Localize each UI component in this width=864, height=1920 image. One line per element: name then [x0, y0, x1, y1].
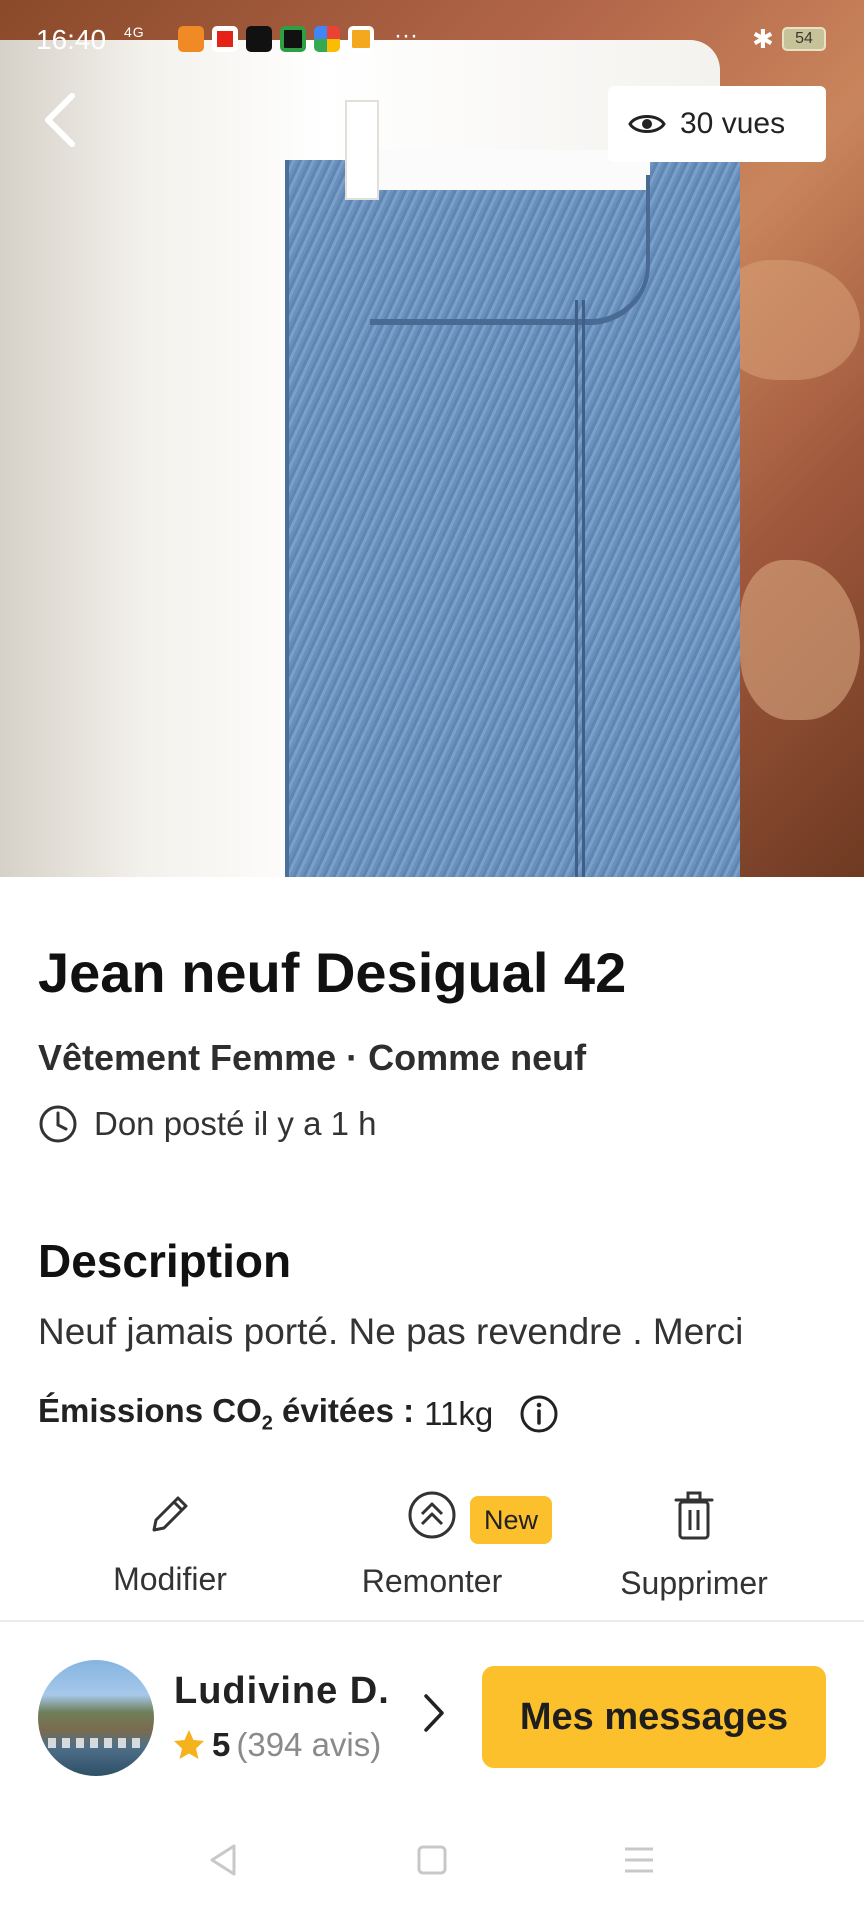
system-nav-bar	[0, 1820, 864, 1920]
status-bar: 16:40 4G ··· ✱ 54	[0, 0, 864, 80]
boost-label: Remonter	[361, 1563, 503, 1599]
star-icon	[174, 1730, 204, 1759]
rating-value: 5	[212, 1726, 231, 1763]
user-profile-link[interactable]	[418, 1688, 448, 1743]
views-label: 30 vues	[680, 107, 786, 140]
description-heading: Description	[38, 1235, 292, 1287]
description-text: Neuf jamais porté. Ne pas revendre . Mer…	[38, 1311, 744, 1352]
nav-home-icon[interactable]	[416, 1844, 448, 1876]
battery-icon: 54	[782, 27, 826, 51]
emissions-label-sub: 2	[261, 1412, 273, 1435]
emissions-label: Émissions CO2 évitées :	[38, 1392, 414, 1436]
emissions-label-suffix: évitées :	[272, 1392, 415, 1429]
delete-label: Supprimer	[620, 1565, 768, 1601]
posted-info: Don posté il y a 1 h	[38, 1104, 377, 1144]
nav-back-icon[interactable]	[206, 1842, 240, 1878]
user-rating: 5 (394 avis)	[172, 1726, 381, 1764]
more-notifications-icon: ···	[394, 22, 418, 49]
user-name[interactable]: Ludivine D.	[174, 1670, 390, 1713]
double-chevron-up-icon	[408, 1491, 456, 1539]
reviews-count: (394 avis)	[236, 1726, 382, 1763]
modify-label: Modifier	[113, 1561, 227, 1597]
jeans-belt-loop	[345, 100, 379, 200]
listing-title: Jean neuf Desigual 42	[38, 941, 627, 1004]
info-icon[interactable]	[519, 1394, 559, 1434]
jeans-seam	[575, 300, 585, 877]
avatar-photo-detail	[48, 1738, 144, 1748]
floor-pattern	[720, 260, 860, 380]
modify-button[interactable]: Modifier	[60, 1490, 280, 1598]
tiktok-icon	[246, 26, 272, 52]
messages-button[interactable]: Mes messages	[482, 1666, 826, 1768]
notification-icons	[178, 26, 374, 52]
jeans-pocket	[370, 175, 650, 325]
bluetooth-icon: ✱	[752, 24, 774, 54]
nav-menu-icon[interactable]	[622, 1844, 656, 1876]
clock-icon	[39, 1105, 77, 1143]
pencil-icon	[152, 1496, 188, 1532]
chevron-left-icon	[45, 93, 75, 147]
floor-pattern	[740, 560, 860, 720]
emissions-value: 11kg	[424, 1394, 494, 1432]
listing-actions: Modifier Remonter Supprimer	[0, 1490, 864, 1618]
posted-time: Don posté il y a 1 h	[94, 1105, 377, 1142]
back-button[interactable]	[40, 90, 96, 160]
new-badge: New	[470, 1496, 552, 1544]
shield-app-icon	[280, 26, 306, 52]
network-indicator: 4G	[124, 24, 145, 40]
trash-icon	[674, 1491, 714, 1540]
views-counter: 30 vues	[608, 86, 826, 162]
google-app-icon	[314, 26, 340, 52]
status-time: 16:40	[36, 24, 107, 55]
chevron-right-icon	[424, 1694, 444, 1732]
listing-category: Vêtement Femme · Comme neuf	[38, 1037, 587, 1078]
emissions-label-prefix: Émissions CO	[38, 1392, 262, 1429]
eye-icon	[628, 115, 666, 133]
temu-icon	[178, 26, 204, 52]
avatar[interactable]	[38, 1660, 154, 1776]
files-app-icon	[348, 26, 374, 52]
divider	[0, 1620, 864, 1622]
youtube-icon	[212, 26, 238, 52]
delete-button[interactable]: Supprimer	[584, 1490, 804, 1602]
emissions-row: Émissions CO2 évitées : 11kg	[38, 1392, 559, 1436]
